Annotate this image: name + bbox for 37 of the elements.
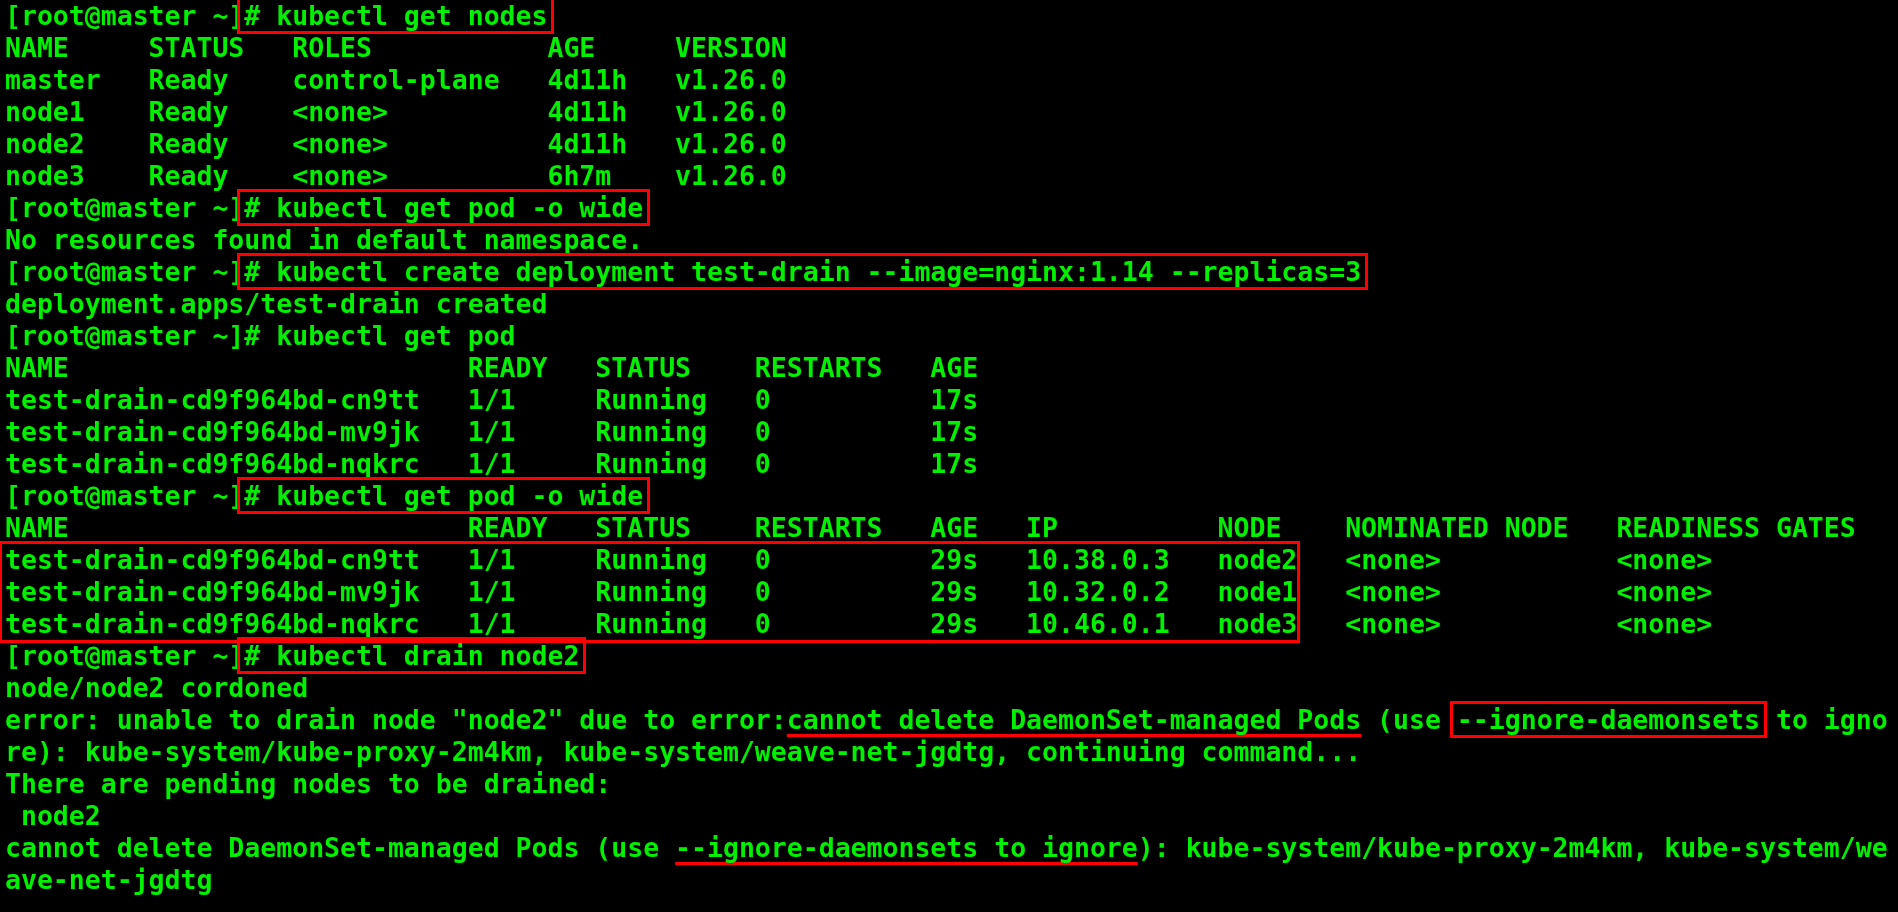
boxed-text: # kubectl create deployment test-drain --image=nginx:1.14 --replicas=3	[240, 256, 1366, 287]
terminal-text: There are pending nodes to be drained:	[5, 768, 612, 799]
boxed-text: # kubectl get pod -o wide	[240, 192, 648, 223]
terminal-text: node2	[19, 800, 101, 831]
terminal-text: node1 Ready <none> 4d11h v1.26.0	[5, 96, 787, 127]
terminal-text: NAME READY STATUS RESTARTS AGE	[5, 352, 979, 383]
underlined-text: cannot delete DaemonSet-managed Pods	[786, 704, 1362, 735]
terminal-text: test-drain-cd9f964bd-nqkrc 1/1 Running 0 29s 10.46.0.1 node3	[5, 608, 1298, 639]
terminal-text: NAME STATUS ROLES AGE VERSION	[5, 32, 787, 63]
terminal-text: master Ready control-plane 4d11h v1.26.0	[5, 64, 787, 95]
terminal-text: deployment.apps/test-drain created	[5, 288, 548, 319]
terminal-text: to igno	[1774, 704, 1888, 735]
terminal-text: node2 Ready <none> 4d11h v1.26.0	[5, 128, 787, 159]
boxed-text: # kubectl get pod -o wide	[240, 480, 648, 511]
terminal-text: re): kube-system/kube-proxy-2m4km, kube-system/weave-net-jgdtg, continuing command...	[5, 736, 1362, 767]
boxed-text: # kubectl drain node2	[240, 640, 584, 671]
terminal-text: (use	[1376, 704, 1442, 735]
terminal-text: <none> <none>	[1344, 544, 1713, 575]
terminal-text: <none> <none>	[1344, 608, 1713, 639]
terminal-text: No resources found in default namespace.	[5, 224, 644, 255]
terminal-text: [root@master ~]# kubectl get pod	[5, 320, 516, 351]
terminal-text: cannot delete DaemonSet-managed Pods (use	[5, 832, 661, 863]
terminal-text: node3 Ready <none> 6h7m v1.26.0	[5, 160, 787, 191]
boxed-text: --ignore-daemonsets	[1452, 704, 1764, 735]
terminal-text: node/node2 cordoned	[5, 672, 309, 703]
terminal-text: error: unable to drain node "node2" due to error:	[5, 704, 787, 735]
terminal-text: ): kube-system/kube-proxy-2m4km, kube-system/we	[1137, 832, 1888, 863]
underlined-text: --ignore-daemonsets to ignore	[675, 832, 1138, 863]
terminal-text: test-drain-cd9f964bd-mv9jk 1/1 Running 0 29s 10.32.0.2 node1	[5, 576, 1298, 607]
terminal-text: NAME READY STATUS RESTARTS AGE IP NODE NOMINATED NODE READINESS GATES	[5, 512, 1856, 543]
terminal-text: test-drain-cd9f964bd-nqkrc 1/1 Running 0 17s	[5, 448, 979, 479]
boxed-text: # kubectl get nodes	[240, 0, 552, 31]
terminal-text: test-drain-cd9f964bd-cn9tt 1/1 Running 0 29s 10.38.0.3 node2	[5, 544, 1298, 575]
terminal-text: ave-net-jgdtg	[5, 864, 213, 895]
terminal-text: test-drain-cd9f964bd-mv9jk 1/1 Running 0 17s	[5, 416, 979, 447]
terminal-text: test-drain-cd9f964bd-cn9tt 1/1 Running 0 17s	[5, 384, 979, 415]
terminal-text: <none> <none>	[1344, 576, 1713, 607]
